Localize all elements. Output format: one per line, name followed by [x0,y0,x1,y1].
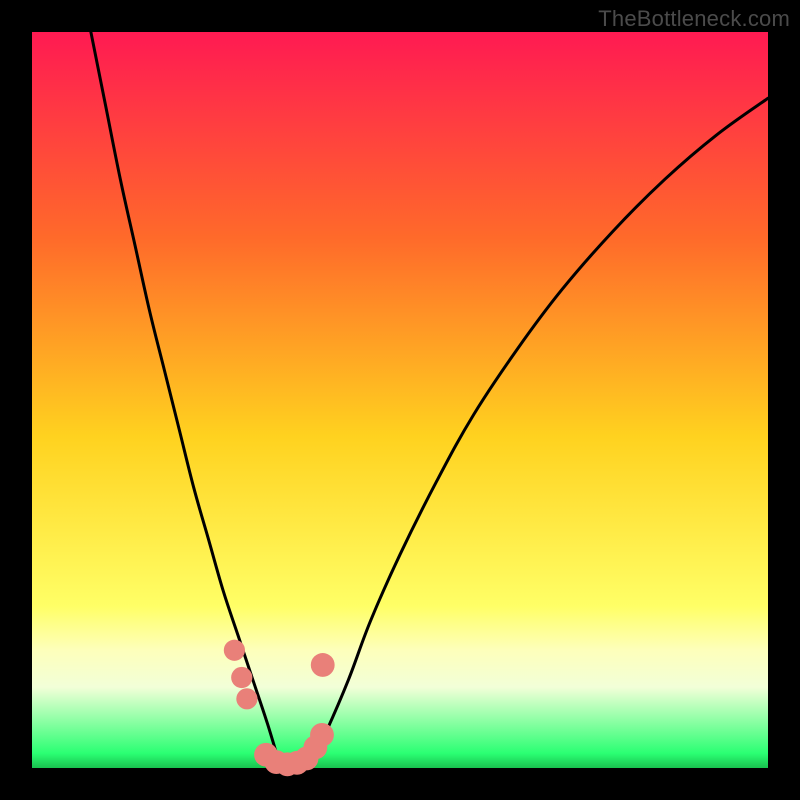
data-marker [236,688,257,709]
watermark-text: TheBottleneck.com [598,6,790,32]
data-marker [231,667,252,688]
chart-frame: TheBottleneck.com [0,0,800,800]
bottleneck-curve [91,32,768,767]
data-marker [224,640,245,661]
data-marker [311,653,335,677]
chart-svg [32,32,768,768]
data-marker [310,723,334,747]
